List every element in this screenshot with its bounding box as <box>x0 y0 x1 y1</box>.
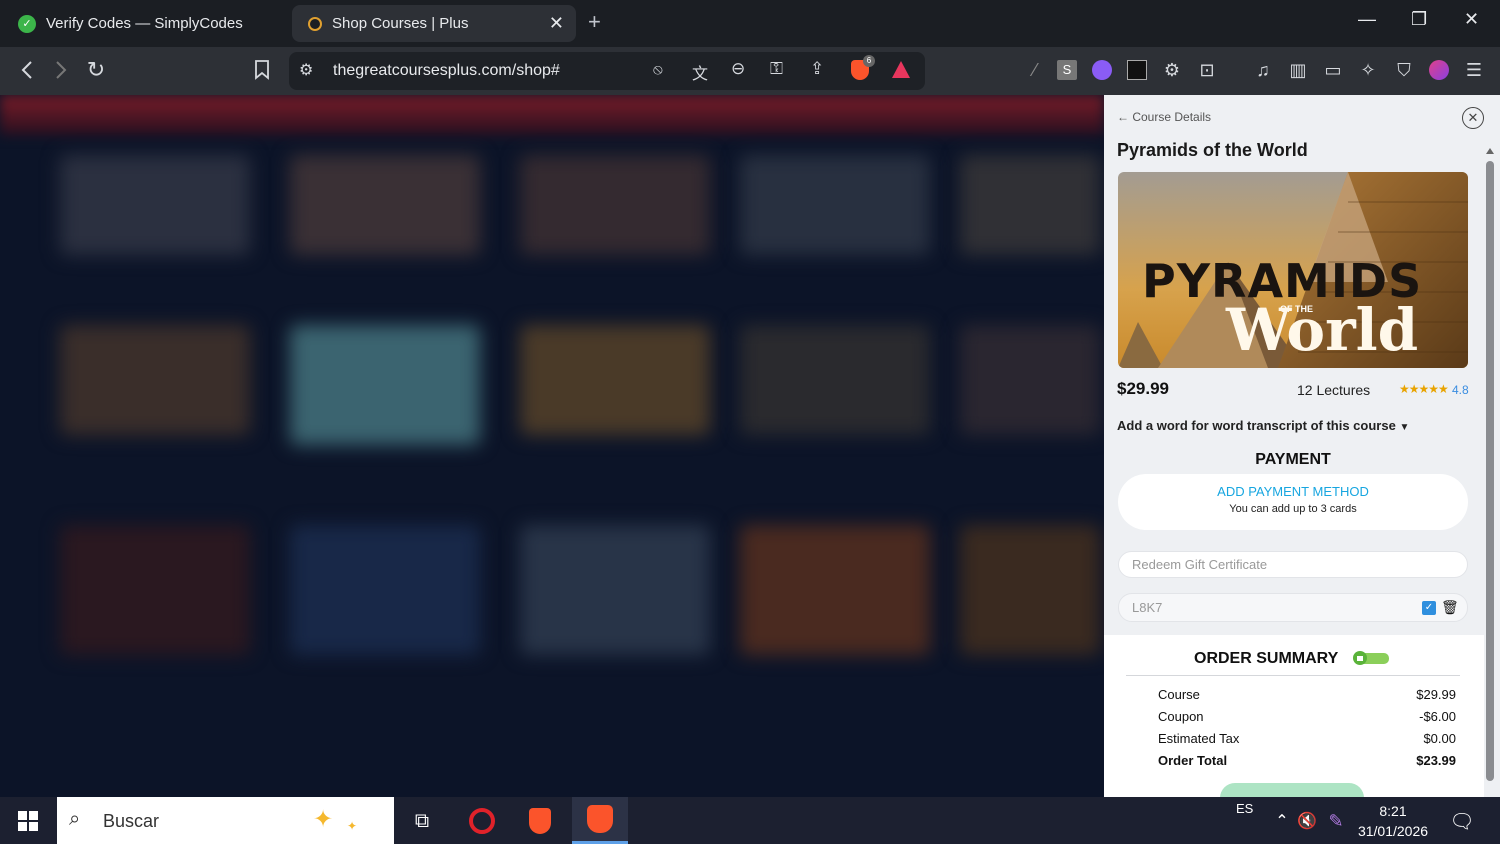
star-rating-icon: ★★★★★ <box>1399 382 1449 396</box>
divider <box>1126 675 1460 676</box>
simplycodes-extension-icon[interactable]: S <box>1054 57 1080 83</box>
order-summary-heading: ORDER SUMMARY <box>1194 650 1339 667</box>
vpn-icon[interactable]: ⛉ <box>1391 57 1417 83</box>
add-payment-label: ADD PAYMENT METHOD <box>1217 484 1369 499</box>
panel-scroll-thumb[interactable] <box>1486 161 1494 781</box>
menu-icon[interactable]: ☰ <box>1461 57 1487 83</box>
feather-extension-icon[interactable]: ⁄ <box>1022 57 1048 83</box>
summary-row-coupon: Coupon -$6.00 <box>1158 709 1456 724</box>
summary-row-total: Order Total $23.99 <box>1158 753 1456 768</box>
remove-coupon-trash-icon[interactable]: 🗑 <box>1441 599 1459 616</box>
tab-title: Shop Courses | Plus <box>332 15 469 32</box>
system-clock[interactable]: 8:21 31/01/2026 <box>1352 801 1434 841</box>
sparkle-small-icon: ✦ <box>347 819 358 833</box>
search-placeholder: Buscar <box>103 811 160 831</box>
site-settings-icon[interactable]: ⚙ <box>299 60 313 80</box>
brave-active-window-icon[interactable] <box>572 797 628 844</box>
add-payment-sublabel: You can add up to 3 cards <box>1229 503 1357 515</box>
forward-button[interactable] <box>48 57 74 83</box>
key-icon[interactable]: ⚿ <box>770 59 783 79</box>
close-window-button[interactable]: ✕ <box>1464 9 1479 30</box>
confirm-purchase-button[interactable] <box>1220 783 1364 797</box>
tab-shop-courses[interactable]: Shop Courses | Plus ✕ <box>292 5 576 42</box>
back-to-course-details-link[interactable]: ← Course Details <box>1117 110 1211 124</box>
notifications-icon[interactable]: 🗨 <box>1446 805 1478 837</box>
leo-ai-icon[interactable]: ✧ <box>1355 57 1381 83</box>
close-tab-icon[interactable]: ✕ <box>549 13 564 34</box>
zoom-out-icon[interactable]: ⊖ <box>731 59 745 79</box>
profile-icon[interactable] <box>1426 57 1452 83</box>
secure-lock-icon <box>1353 651 1389 665</box>
course-price: $29.99 <box>1117 379 1169 398</box>
caret-down-icon: ▼ <box>1399 422 1410 433</box>
reload-button[interactable]: ↻ <box>83 57 109 83</box>
clock-date: 31/01/2026 <box>1357 823 1429 839</box>
wallet-icon[interactable]: ▭ <box>1320 57 1346 83</box>
browser-toolbar: ↻ ⚙ thegreatcoursesplus.com/shop# ⦸ 文 ⊖ … <box>0 47 1500 95</box>
new-tab-button[interactable]: + <box>588 9 601 35</box>
restore-button[interactable]: ❐ <box>1411 9 1427 30</box>
brave-rewards-icon[interactable] <box>892 61 910 78</box>
search-icon: ⌕ <box>69 808 81 830</box>
input-language[interactable]: ES <box>1236 801 1253 816</box>
gift-certificate-input[interactable]: Redeem Gift Certificate <box>1118 551 1468 578</box>
music-icon[interactable]: ♫ <box>1250 57 1276 83</box>
minimize-button[interactable]: — <box>1358 9 1376 30</box>
address-bar[interactable]: ⚙ thegreatcoursesplus.com/shop# ⦸ 文 ⊖ ⚿ … <box>289 52 925 90</box>
rating-value: 4.8 <box>1452 383 1469 397</box>
translate-icon[interactable]: 文 <box>692 60 708 84</box>
sparkle-icon: ✦ <box>313 806 334 833</box>
page-header-blur <box>0 95 1104 135</box>
speaker-muted-icon[interactable]: 🔇 <box>1291 805 1323 837</box>
clock-time: 8:21 <box>1379 803 1407 819</box>
task-view-icon[interactable]: ⧉ <box>406 805 438 837</box>
close-panel-button[interactable]: ✕ <box>1462 107 1484 129</box>
opera-icon[interactable] <box>466 805 498 837</box>
brave-icon[interactable] <box>524 805 556 837</box>
image-title-line3: World <box>1226 296 1419 364</box>
extensions-puzzle-icon[interactable]: ⚙ <box>1159 57 1185 83</box>
arrow-left-icon: ← <box>1117 110 1133 124</box>
windows-start-icon[interactable] <box>12 805 44 837</box>
coupon-applied-checkbox[interactable]: ✓ <box>1422 601 1436 615</box>
reader-mode-icon[interactable]: ⦸ <box>653 61 663 78</box>
tab-strip: ✓ Verify Codes — SimplyCodes Shop Course… <box>0 0 1500 47</box>
summary-row-course: Course $29.99 <box>1158 687 1456 702</box>
lecture-count: 12 Lectures <box>1297 382 1371 398</box>
bookmark-icon[interactable] <box>249 57 275 83</box>
course-title: Pyramids of the World <box>1117 140 1308 160</box>
greatcourses-icon <box>308 16 322 31</box>
url-text[interactable]: thegreatcoursesplus.com/shop# <box>333 62 560 80</box>
windows-taskbar: ⌕ Buscar ✦ ✦ ⧉ ES ⌃ 🔇 ✎ 8:21 31/01/2026 … <box>0 797 1500 844</box>
payment-heading: PAYMENT <box>1255 451 1331 468</box>
back-button[interactable] <box>14 57 40 83</box>
dark-extension-icon[interactable] <box>1124 57 1150 83</box>
summary-row-tax: Estimated Tax $0.00 <box>1158 731 1456 746</box>
add-payment-method-button[interactable]: ADD PAYMENT METHOD You can add up to 3 c… <box>1118 474 1468 530</box>
simplycodes-icon: ✓ <box>18 14 36 33</box>
taskbar-search-box[interactable]: ⌕ Buscar ✦ ✦ <box>57 797 394 844</box>
course-details-panel: ← Course Details ✕ Pyramids of the World <box>1104 95 1500 797</box>
shields-count-badge: 6 <box>863 55 875 67</box>
coupon-input[interactable]: L8K7 <box>1118 593 1468 622</box>
tab-simplycodes[interactable]: ✓ Verify Codes — SimplyCodes <box>8 5 288 42</box>
screenshot-icon[interactable]: ⊡ <box>1194 57 1220 83</box>
share-icon[interactable]: ⇪ <box>810 59 824 79</box>
feather-tray-icon[interactable]: ✎ <box>1320 805 1352 837</box>
tab-title: Verify Codes — SimplyCodes <box>46 15 243 32</box>
course-thumbnail[interactable]: PYRAMIDS OF THE World <box>1118 172 1468 368</box>
order-summary: ORDER SUMMARY Course $29.99 Coupon -$6.0… <box>1104 635 1484 797</box>
purple-extension-icon[interactable] <box>1089 57 1115 83</box>
transcript-addon-toggle[interactable]: Add a word for word transcript of this c… <box>1117 418 1409 433</box>
sidebar-icon[interactable]: ▥ <box>1285 57 1311 83</box>
blurred-shop-page <box>0 95 1104 797</box>
